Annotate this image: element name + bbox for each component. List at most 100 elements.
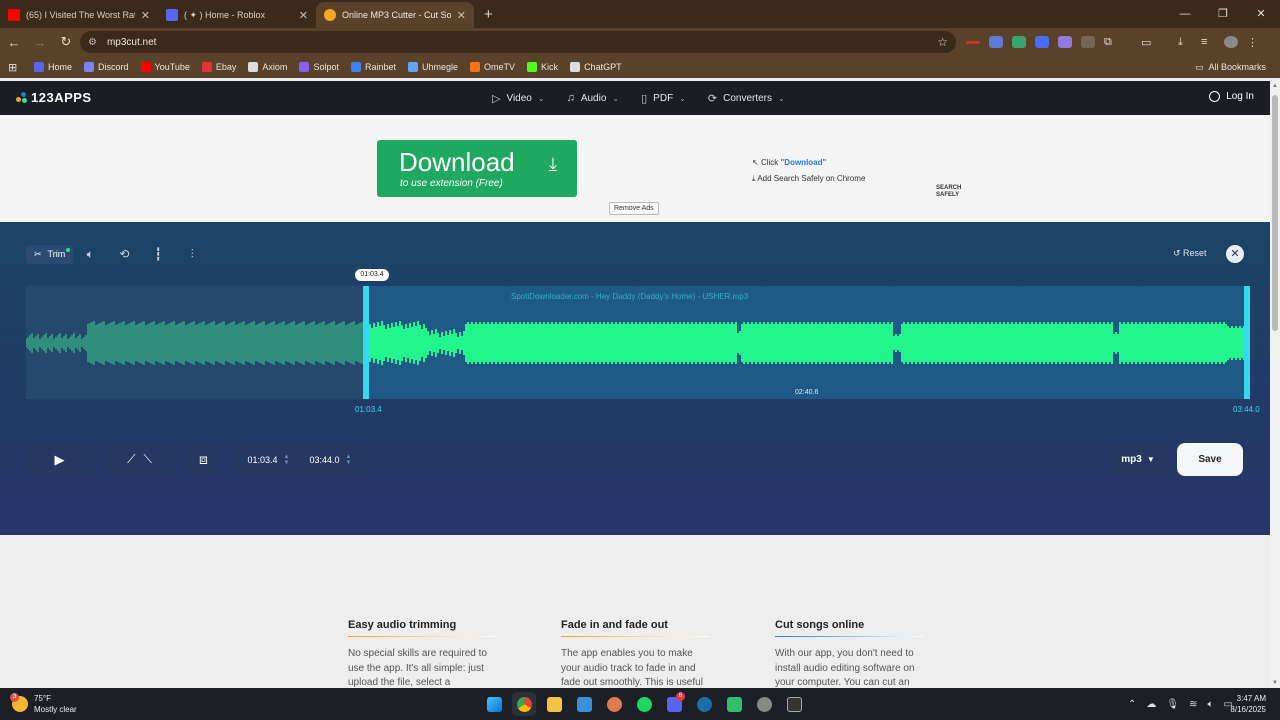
tab-youtube[interactable]: (65) I Visited The Worst Rated C ✕ (0, 2, 158, 28)
nav-converters[interactable]: ⟳ Converters ⌄ (708, 92, 785, 105)
microphone-icon[interactable]: 🎙︎ (1166, 699, 1179, 710)
trim-tool-button[interactable]: ✂ Trim (26, 244, 74, 264)
play-button[interactable]: ▶ (26, 443, 93, 476)
puzzle-icon[interactable]: ⧉ (1104, 36, 1118, 48)
bookmark-youtube[interactable]: YouTube (140, 62, 190, 72)
file-name: SpotiDownloader.com - Hey Daddy (Daddy's… (511, 292, 749, 301)
maximize-icon[interactable]: ❐ (1204, 0, 1242, 28)
apps-grid-icon[interactable]: ⊞ (8, 61, 20, 74)
new-tab-button[interactable]: + (484, 6, 493, 23)
bookmark-ebay[interactable]: Ebay (201, 62, 236, 72)
extensions: ⧉ ▭ ⤓ ≡ ⋮ (966, 28, 1261, 56)
extension-icon[interactable] (1035, 36, 1049, 48)
bookmark-kick[interactable]: Kick (527, 62, 558, 72)
chrome-icon[interactable] (512, 692, 536, 716)
bookmark-ometv[interactable]: OmeTV (470, 62, 515, 72)
scroll-down-icon[interactable]: ▼ (1272, 680, 1278, 686)
close-icon[interactable]: ✕ (299, 9, 308, 22)
reset-button[interactable]: ↺ Reset (1173, 248, 1207, 259)
sidebar-icon[interactable]: ▭ (1141, 36, 1155, 49)
document-icon: ▯ (641, 92, 648, 105)
pitch-icon[interactable]: ┇ (141, 247, 175, 261)
wifi-icon[interactable]: ≋ (1189, 699, 1197, 710)
spotify-icon[interactable] (632, 692, 656, 716)
app-icon[interactable] (722, 692, 746, 716)
star-icon[interactable]: ☆ (937, 35, 948, 49)
close-icon[interactable]: ✕ (141, 9, 150, 22)
url-input[interactable]: ⚙ mp3cut.net ☆ (80, 31, 956, 53)
page-scrollbar[interactable]: ▲ ▼ (1270, 81, 1280, 688)
minimize-icon[interactable]: — (1166, 0, 1204, 28)
forward-icon[interactable]: → (28, 35, 52, 50)
cloud-icon[interactable]: ☁ (1146, 699, 1156, 710)
discord-icon[interactable]: 6 (662, 692, 686, 716)
feature-text: The app enables you to make your audio t… (561, 648, 703, 688)
tab-title: ( ✦ ) Home - Roblox (184, 9, 266, 20)
equalizer-icon[interactable]: ⫶ (175, 247, 209, 262)
waveform[interactable] (26, 286, 1250, 399)
save-button[interactable]: Save (1177, 443, 1243, 476)
extension-icon[interactable] (1081, 36, 1095, 48)
extension-icon[interactable] (966, 40, 980, 44)
start-handle[interactable] (363, 286, 369, 399)
nav-audio[interactable]: ♫ Audio ⌄ (567, 92, 620, 104)
bookmark-chatgpt[interactable]: ChatGPT (570, 62, 622, 72)
file-explorer-icon[interactable] (542, 692, 566, 716)
tab-roblox[interactable]: ( ✦ ) Home - Roblox ✕ (158, 2, 316, 28)
speaker-icon[interactable]: 🔈︎ (1207, 699, 1213, 710)
tab-mp3cut[interactable]: Online MP3 Cutter - Cut Songs, ✕ (316, 2, 474, 28)
bookmark-solpot[interactable]: Solpot (299, 62, 339, 72)
epic-games-icon[interactable] (782, 692, 806, 716)
bookmark-label: Rainbet (364, 62, 396, 72)
extension-icon[interactable] (1012, 36, 1026, 48)
chevron-down-icon: ⌄ (778, 93, 785, 103)
bookmark-rainbet[interactable]: Rainbet (350, 62, 396, 72)
end-time-input[interactable]: 03:44.0 ▲ ▼ (310, 454, 352, 466)
download-icon[interactable]: ⤓ (1178, 36, 1192, 48)
scroll-thumb[interactable] (1272, 95, 1278, 331)
stepper-icon[interactable]: ▲ ▼ (346, 454, 352, 466)
close-window-icon[interactable]: ✕ (1242, 0, 1280, 28)
login-button[interactable]: Log In (1209, 91, 1254, 102)
format-select[interactable]: mp3 ▼ (1107, 443, 1169, 476)
start-time-input[interactable]: 01:03.4 ▲ ▼ (248, 454, 290, 466)
caret-down-icon: ▼ (1146, 455, 1155, 464)
site-logo[interactable]: 123APPS (16, 90, 92, 105)
tab-title: Online MP3 Cutter - Cut Songs, (342, 10, 451, 20)
weather-widget[interactable]: 3 75°F Mostly clear (10, 693, 77, 715)
bookmark-axiom[interactable]: Axiom (248, 62, 287, 72)
all-bookmarks[interactable]: ▭ All Bookmarks (1195, 56, 1266, 78)
extension-icon[interactable] (989, 36, 1003, 48)
back-icon[interactable]: ← (2, 35, 26, 50)
fade-in-icon[interactable]: ⟋ (127, 452, 135, 467)
nav-video[interactable]: ▷ Video ⌄ (492, 92, 545, 105)
close-icon[interactable]: ✕ (457, 9, 466, 22)
bookmark-discord[interactable]: Discord (84, 62, 129, 72)
fade-out-icon[interactable]: ⟍ (144, 452, 152, 467)
clock[interactable]: 3:47 AM 8/16/2025 (1222, 693, 1266, 715)
end-handle[interactable] (1244, 286, 1250, 399)
profile-icon[interactable] (1224, 36, 1238, 48)
bookmark-uhmegle[interactable]: Uhmegle (408, 62, 458, 72)
app-icon[interactable] (602, 692, 626, 716)
menu-icon[interactable]: ⋮ (1247, 36, 1261, 49)
reload-icon[interactable]: ↻ (54, 34, 78, 50)
extension-icon[interactable] (1058, 36, 1072, 48)
stepper-icon[interactable]: ▲ ▼ (284, 454, 290, 466)
windows-start-icon[interactable] (482, 692, 506, 716)
steam-icon[interactable] (692, 692, 716, 716)
bookmark-home[interactable]: Home (34, 62, 72, 72)
app-icon[interactable] (752, 692, 776, 716)
close-editor-button[interactable]: ✕ (1226, 245, 1244, 263)
nav-pdf[interactable]: ▯ PDF ⌄ (641, 92, 686, 105)
reading-list-icon[interactable]: ≡ (1201, 36, 1215, 48)
site-info-icon[interactable]: ⚙ (88, 37, 97, 48)
remove-ads-button[interactable]: Remove Ads (609, 202, 659, 215)
split-button[interactable]: ⧈ (187, 443, 220, 476)
chevron-up-icon[interactable]: ⌃ (1128, 699, 1136, 710)
scroll-up-icon[interactable]: ▲ (1272, 83, 1278, 89)
photos-icon[interactable] (572, 692, 596, 716)
volume-icon[interactable]: 🔈︎ (73, 247, 107, 262)
speed-icon[interactable]: ⟲ (107, 247, 141, 261)
ad-download-button[interactable]: Download to use extension (Free) ⤓ (377, 140, 577, 197)
